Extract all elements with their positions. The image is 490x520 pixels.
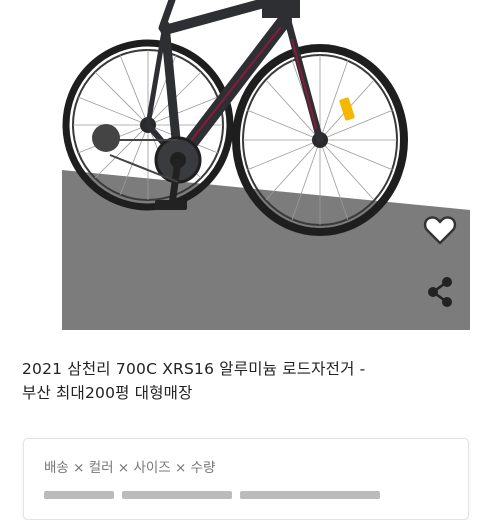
- product-title-line-2: 부산 최대200평 대형매장: [22, 384, 193, 402]
- like-button[interactable]: [420, 210, 460, 250]
- rear-cassette: [92, 124, 120, 152]
- product-title-line-1: 2021 삼천리 700C XRS16 알루미늄 로드자전거 -: [22, 360, 366, 378]
- bike-photo: [62, 0, 470, 330]
- option-selector-row-cut-off: [44, 484, 444, 499]
- share-icon: [428, 277, 452, 307]
- share-button[interactable]: [420, 272, 460, 312]
- backdrop: [62, 170, 470, 330]
- option-selector-label: 배송 × 컬러 × 사이즈 × 수량: [44, 460, 216, 476]
- wheel-reflector: [339, 97, 355, 121]
- product-title: 2021 삼천리 700C XRS16 알루미늄 로드자전거 - 부산 최대20…: [22, 357, 472, 405]
- option-selector[interactable]: 배송 × 컬러 × 사이즈 × 수량: [23, 438, 469, 520]
- heart-outline-icon: [423, 216, 457, 245]
- product-image[interactable]: [0, 0, 490, 340]
